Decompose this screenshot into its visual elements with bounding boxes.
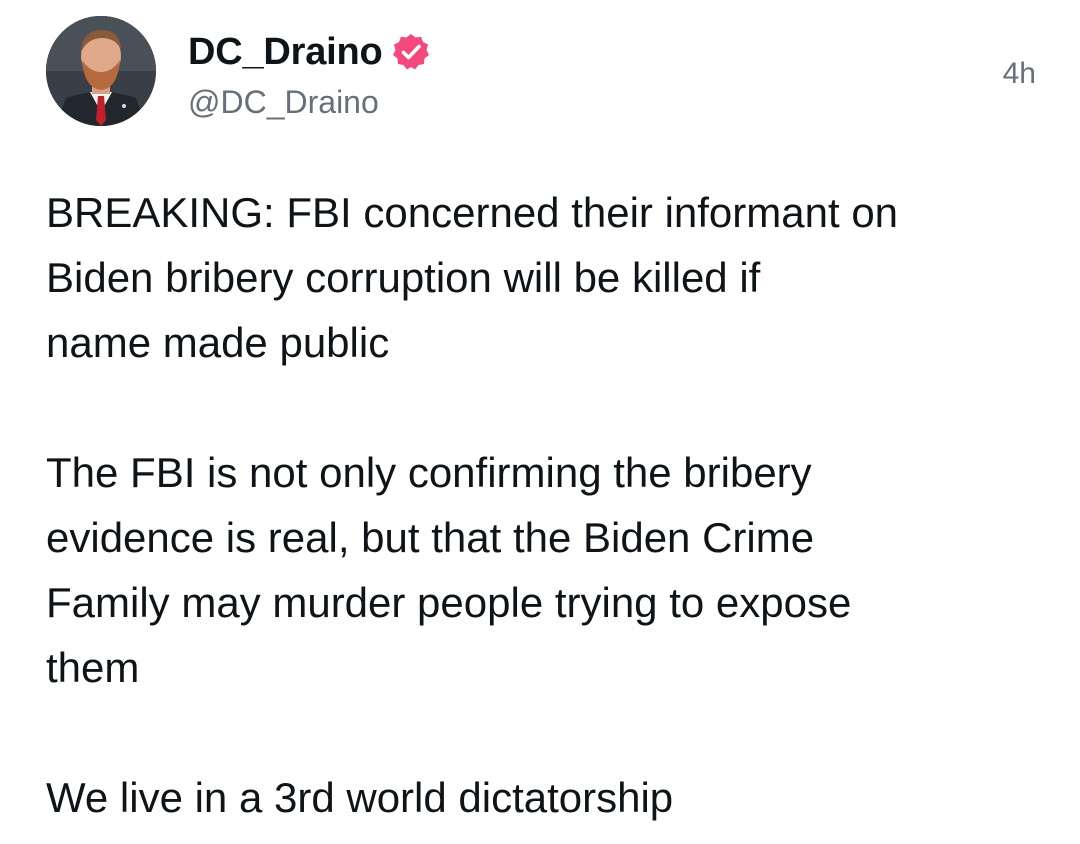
post-paragraph: We live in a 3rd world dictatorship (46, 774, 674, 821)
verified-badge-icon (391, 32, 431, 72)
display-name[interactable]: DC_Draino (188, 28, 383, 76)
avatar[interactable] (46, 16, 156, 126)
post-header: DC_Draino @DC_Draino 4h (46, 16, 1036, 128)
post-paragraph: The FBI is not only confirming the bribe… (46, 449, 852, 691)
display-name-row: DC_Draino (188, 28, 431, 76)
author-names: DC_Draino @DC_Draino (188, 28, 431, 122)
post-card[interactable]: DC_Draino @DC_Draino 4h BREAKING: FBI co… (0, 0, 1080, 844)
profile-photo-icon (46, 16, 156, 126)
post-paragraph: BREAKING: FBI concerned their informant … (46, 189, 899, 366)
post-timestamp[interactable]: 4h (1003, 54, 1036, 94)
author-handle[interactable]: @DC_Draino (188, 82, 431, 122)
post-body: BREAKING: FBI concerned their informant … (46, 180, 1046, 830)
